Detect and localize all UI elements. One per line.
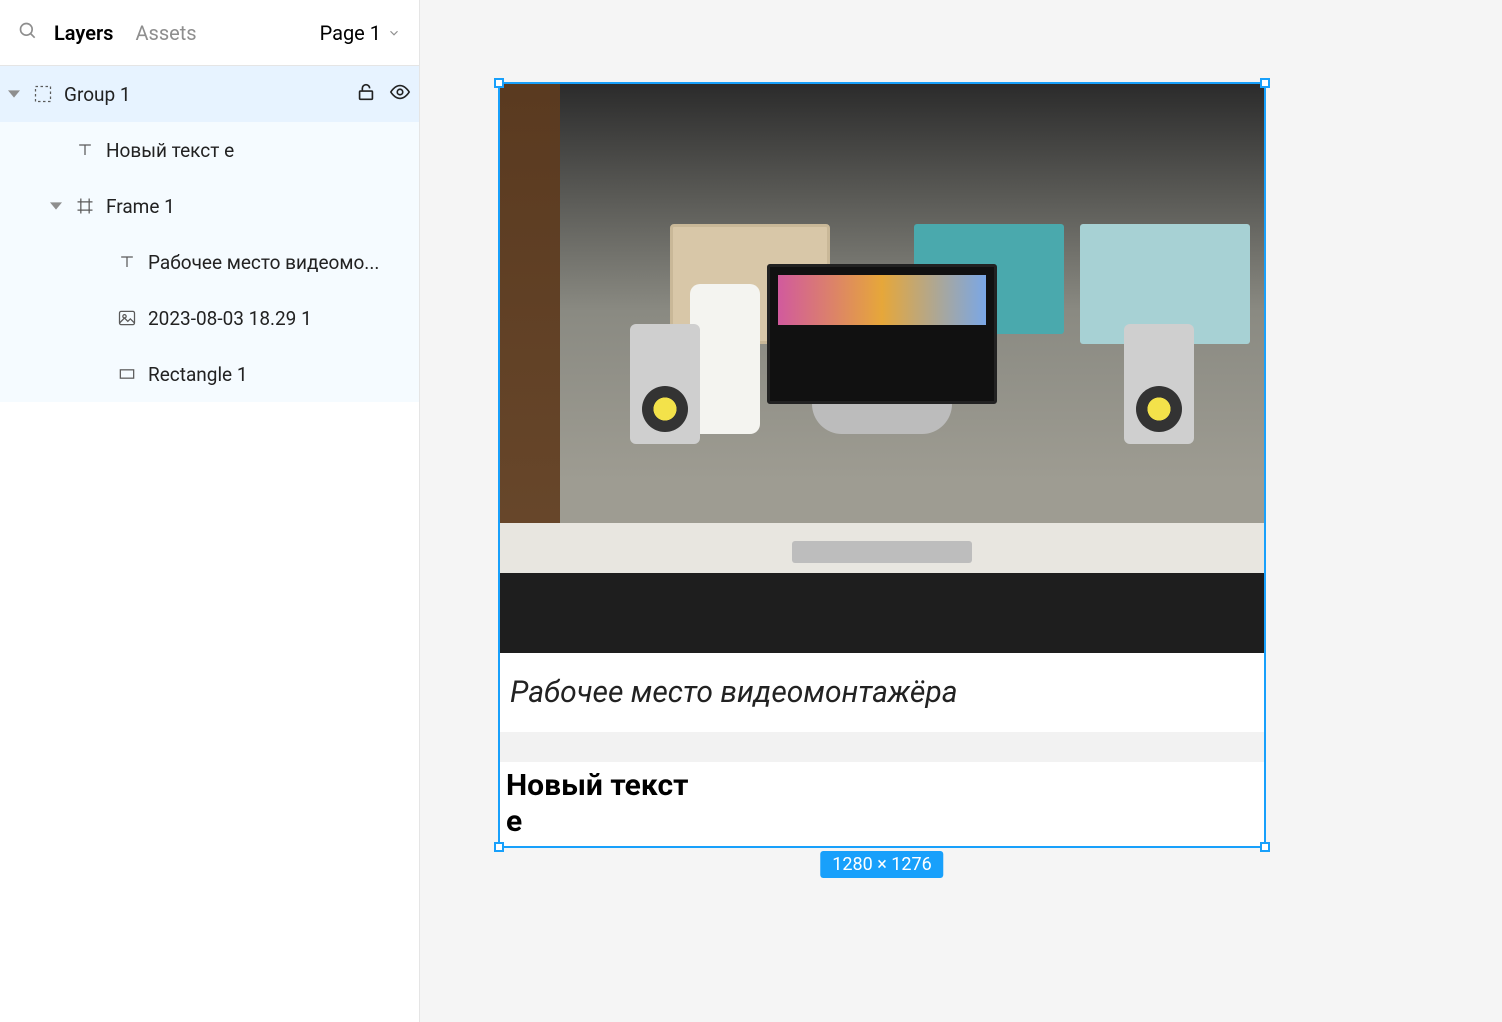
selection-handle-br[interactable] xyxy=(1260,842,1270,852)
text-icon xyxy=(74,140,96,160)
image-desk-photo[interactable] xyxy=(500,84,1264,653)
panel-tabs: Layers Assets xyxy=(54,21,197,45)
layer-label: Рабочее место видеомо... xyxy=(148,251,411,274)
page-selector-label: Page 1 xyxy=(320,21,381,45)
layers-panel: Layers Assets Page 1 Group 1 xyxy=(0,0,420,1022)
layer-label: Group 1 xyxy=(64,83,345,106)
rectangle-icon xyxy=(116,364,138,384)
layers-list: Group 1 Новый текст е xyxy=(0,66,419,1022)
text-icon xyxy=(116,252,138,272)
unlock-icon[interactable] xyxy=(355,81,377,108)
layer-row-group-1[interactable]: Group 1 xyxy=(0,66,419,122)
layer-label: Rectangle 1 xyxy=(148,363,411,386)
app-root: Layers Assets Page 1 Group 1 xyxy=(0,0,1502,1022)
layer-row-rectangle[interactable]: Rectangle 1 xyxy=(0,346,419,402)
caret-down-icon[interactable] xyxy=(48,200,64,212)
selection-handle-tl[interactable] xyxy=(494,78,504,88)
layer-label: 2023-08-03 18.29 1 xyxy=(148,307,411,330)
new-text-line1: Новый текст xyxy=(506,768,1258,804)
group-icon xyxy=(32,84,54,104)
frame-group-1[interactable]: Рабочее место видеомонтажёра Новый текст… xyxy=(500,84,1264,846)
chevron-down-icon xyxy=(387,26,401,40)
new-text-line2: е xyxy=(506,804,1258,840)
layers-panel-header: Layers Assets Page 1 xyxy=(0,0,419,66)
layer-row-frame-1[interactable]: Frame 1 xyxy=(0,178,419,234)
caret-down-icon[interactable] xyxy=(6,88,22,100)
tab-layers[interactable]: Layers xyxy=(54,21,113,45)
layer-label: Frame 1 xyxy=(106,195,411,218)
caption-area: Рабочее место видеомонтажёра xyxy=(500,653,1264,732)
selection-outline[interactable]: Рабочее место видеомонтажёра Новый текст… xyxy=(498,82,1266,848)
selection-handle-tr[interactable] xyxy=(1260,78,1270,88)
caption-text[interactable]: Рабочее место видеомонтажёра xyxy=(510,675,1254,710)
spacer-rectangle xyxy=(500,732,1264,762)
new-text-block[interactable]: Новый текст е xyxy=(500,762,1264,846)
page-selector[interactable]: Page 1 xyxy=(320,21,401,45)
layer-row-text-caption[interactable]: Рабочее место видеомо... xyxy=(0,234,419,290)
tab-assets[interactable]: Assets xyxy=(135,21,196,45)
layer-row-text-novyy[interactable]: Новый текст е xyxy=(0,122,419,178)
layer-label: Новый текст е xyxy=(106,139,411,162)
layer-row-image[interactable]: 2023-08-03 18.29 1 xyxy=(0,290,419,346)
frame-icon xyxy=(74,196,96,216)
selection-dimensions-label: 1280 × 1276 xyxy=(820,851,943,878)
search-icon[interactable] xyxy=(18,21,38,45)
selection-handle-bl[interactable] xyxy=(494,842,504,852)
image-icon xyxy=(116,308,138,328)
eye-icon[interactable] xyxy=(389,81,411,108)
canvas[interactable]: Рабочее место видеомонтажёра Новый текст… xyxy=(420,0,1502,1022)
layer-row-actions xyxy=(355,81,411,108)
